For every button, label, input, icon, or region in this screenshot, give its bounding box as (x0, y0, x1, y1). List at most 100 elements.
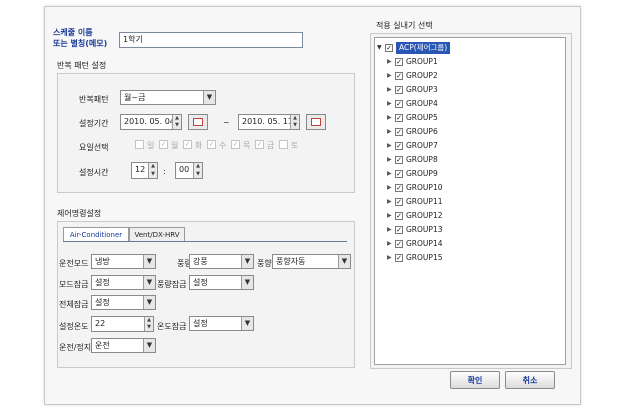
checkbox-checked-icon[interactable]: ✓ (395, 184, 403, 192)
set-temp-input[interactable]: 22 ▲ ▼ (91, 316, 154, 332)
chevron-down-icon: ▼ (143, 255, 155, 268)
minute-input[interactable]: 00 ▲ ▼ (175, 162, 203, 179)
hour-spinner[interactable]: ▲ ▼ (148, 163, 157, 178)
tree-expand-icon[interactable]: ▶ (387, 140, 392, 152)
tree-group-item[interactable]: ▶ ✓ GROUP2 (387, 70, 537, 82)
tree-group-item[interactable]: ▶ ✓ GROUP12 (387, 210, 537, 222)
checkbox-checked-icon[interactable]: ✓ (395, 114, 403, 122)
tree-expand-icon[interactable]: ▶ (387, 98, 392, 110)
tab-air-conditioner[interactable]: Air-Conditioner (63, 227, 129, 241)
day-checkbox-fri[interactable]: ✓ (255, 140, 264, 149)
checkbox-checked-icon[interactable]: ✓ (395, 198, 403, 206)
tree-group-item[interactable]: ▶ ✓ GROUP11 (387, 196, 537, 208)
all-lock-label: 전체잠금 (59, 300, 89, 309)
pattern-value: 월~금 (124, 93, 146, 102)
unit-select-title: 적용 실내기 선택 (376, 21, 433, 30)
start-date-value: 2010. 05. 04 (124, 117, 175, 126)
checkbox-checked-icon[interactable]: ✓ (395, 142, 403, 150)
day-checkbox-mon[interactable]: ✓ (159, 140, 168, 149)
airflow-select[interactable]: 강풍 ▼ (189, 254, 254, 269)
checkbox-checked-icon[interactable]: ✓ (395, 226, 403, 234)
tree-group-item[interactable]: ▶ ✓ GROUP8 (387, 154, 537, 166)
day-checkbox-tue[interactable]: ✓ (183, 140, 192, 149)
all-lock-select[interactable]: 설정 ▼ (91, 295, 156, 310)
day-label-thu: 목 (243, 141, 251, 150)
checkbox-checked-icon[interactable]: ✓ (395, 212, 403, 220)
checkbox-checked-icon[interactable]: ✓ (395, 86, 403, 94)
cancel-button[interactable]: 취소 (505, 371, 555, 389)
checkbox-checked-icon[interactable]: ✓ (395, 170, 403, 178)
tree-root-node[interactable]: ▼ ✓ ACP(제어그룹) (377, 42, 551, 54)
tree-group-item[interactable]: ▶ ✓ GROUP14 (387, 238, 537, 250)
unit-tree[interactable]: ▼ ✓ ACP(제어그룹) ▶ ✓ GROUP1 ▶ ✓ GROUP2 ▶ ✓ GROUP3 ▶ ✓… (374, 37, 566, 365)
checkbox-checked-icon[interactable]: ✓ (395, 58, 403, 66)
tree-group-item[interactable]: ▶ ✓ GROUP6 (387, 126, 537, 138)
tree-expand-icon[interactable]: ▶ (387, 238, 392, 250)
tree-expand-icon[interactable]: ▶ (387, 70, 392, 82)
checkbox-checked-icon[interactable]: ✓ (395, 100, 403, 108)
airflow-lock-select[interactable]: 설정 ▼ (189, 275, 254, 290)
tree-expand-icon[interactable]: ▶ (387, 112, 392, 124)
checkbox-checked-icon[interactable]: ✓ (385, 44, 393, 52)
wind-dir-select[interactable]: 풍향자동 ▼ (272, 254, 351, 269)
tree-group-item[interactable]: ▶ ✓ GROUP5 (387, 112, 537, 124)
tree-group-label: GROUP8 (406, 155, 438, 164)
set-temp-spinner[interactable]: ▲ ▼ (144, 317, 153, 331)
tree-expand-icon[interactable]: ▶ (387, 224, 392, 236)
day-checkbox-wed[interactable]: ✓ (207, 140, 216, 149)
ok-button[interactable]: 확인 (450, 371, 500, 389)
day-checkbox-sat[interactable] (279, 140, 288, 149)
tree-group-label: GROUP4 (406, 99, 438, 108)
schedule-name-input[interactable]: 1학기 (119, 32, 303, 48)
tree-expand-icon[interactable]: ▶ (387, 84, 392, 96)
start-date-input[interactable]: 2010. 05. 04 ▲ ▼ (120, 114, 182, 130)
pattern-select[interactable]: 월~금 ▼ (120, 90, 216, 105)
tree-group-item[interactable]: ▶ ✓ GROUP1 (387, 56, 537, 68)
run-mode-select[interactable]: 냉방 ▼ (91, 254, 156, 269)
checkbox-checked-icon[interactable]: ✓ (395, 240, 403, 248)
tree-expand-icon[interactable]: ▶ (387, 56, 392, 68)
tree-expand-icon[interactable]: ▶ (387, 252, 392, 264)
tree-expand-icon[interactable]: ▶ (387, 210, 392, 222)
tree-group-item[interactable]: ▶ ✓ GROUP10 (387, 182, 537, 194)
tree-expand-icon[interactable]: ▶ (387, 182, 392, 194)
checkbox-checked-icon[interactable]: ✓ (395, 254, 403, 262)
temp-lock-value: 설정 (193, 319, 208, 328)
wind-dir-value: 풍향자동 (276, 257, 306, 266)
tree-group-item[interactable]: ▶ ✓ GROUP13 (387, 224, 537, 236)
day-label-fri: 금 (267, 141, 275, 150)
end-date-input[interactable]: 2010. 05. 11 ▲ ▼ (238, 114, 300, 130)
day-checkbox-sun[interactable] (135, 140, 144, 149)
tree-expand-icon[interactable]: ▶ (387, 154, 392, 166)
wind-dir-label: 풍향 (257, 259, 272, 268)
tab-vent-dx-hrv[interactable]: Vent/DX-HRV (129, 227, 185, 241)
temp-lock-select[interactable]: 설정 ▼ (189, 316, 254, 331)
tree-group-item[interactable]: ▶ ✓ GROUP3 (387, 84, 537, 96)
mode-lock-select[interactable]: 설정 ▼ (91, 275, 156, 290)
day-checkbox-thu[interactable]: ✓ (231, 140, 240, 149)
schedule-name-label-line1: 스케줄 이름 (53, 28, 93, 37)
end-date-spinner[interactable]: ▲ ▼ (290, 115, 299, 129)
hour-input[interactable]: 12 ▲ ▼ (131, 162, 158, 179)
tree-expand-icon[interactable]: ▶ (387, 126, 392, 138)
start-date-spinner[interactable]: ▲ ▼ (172, 115, 181, 129)
run-stop-select[interactable]: 운전 ▼ (91, 338, 156, 353)
tree-group-item[interactable]: ▶ ✓ GROUP7 (387, 140, 537, 152)
chevron-down-icon: ▼ (143, 276, 155, 289)
checkbox-checked-icon[interactable]: ✓ (395, 128, 403, 136)
end-date-calendar-button[interactable] (306, 114, 326, 130)
tree-collapse-icon[interactable]: ▼ (377, 42, 382, 54)
start-date-calendar-button[interactable] (188, 114, 208, 130)
minute-spinner[interactable]: ▲ ▼ (193, 163, 202, 178)
tree-group-item[interactable]: ▶ ✓ GROUP9 (387, 168, 537, 180)
calendar-icon (311, 118, 321, 126)
period-label: 설정기간 (79, 119, 109, 128)
tree-group-label: GROUP12 (406, 211, 443, 220)
tree-group-item[interactable]: ▶ ✓ GROUP15 (387, 252, 537, 264)
tree-expand-icon[interactable]: ▶ (387, 196, 392, 208)
checkbox-checked-icon[interactable]: ✓ (395, 156, 403, 164)
tree-group-item[interactable]: ▶ ✓ GROUP4 (387, 98, 537, 110)
checkbox-checked-icon[interactable]: ✓ (395, 72, 403, 80)
tree-group-label: GROUP10 (406, 183, 443, 192)
tree-expand-icon[interactable]: ▶ (387, 168, 392, 180)
